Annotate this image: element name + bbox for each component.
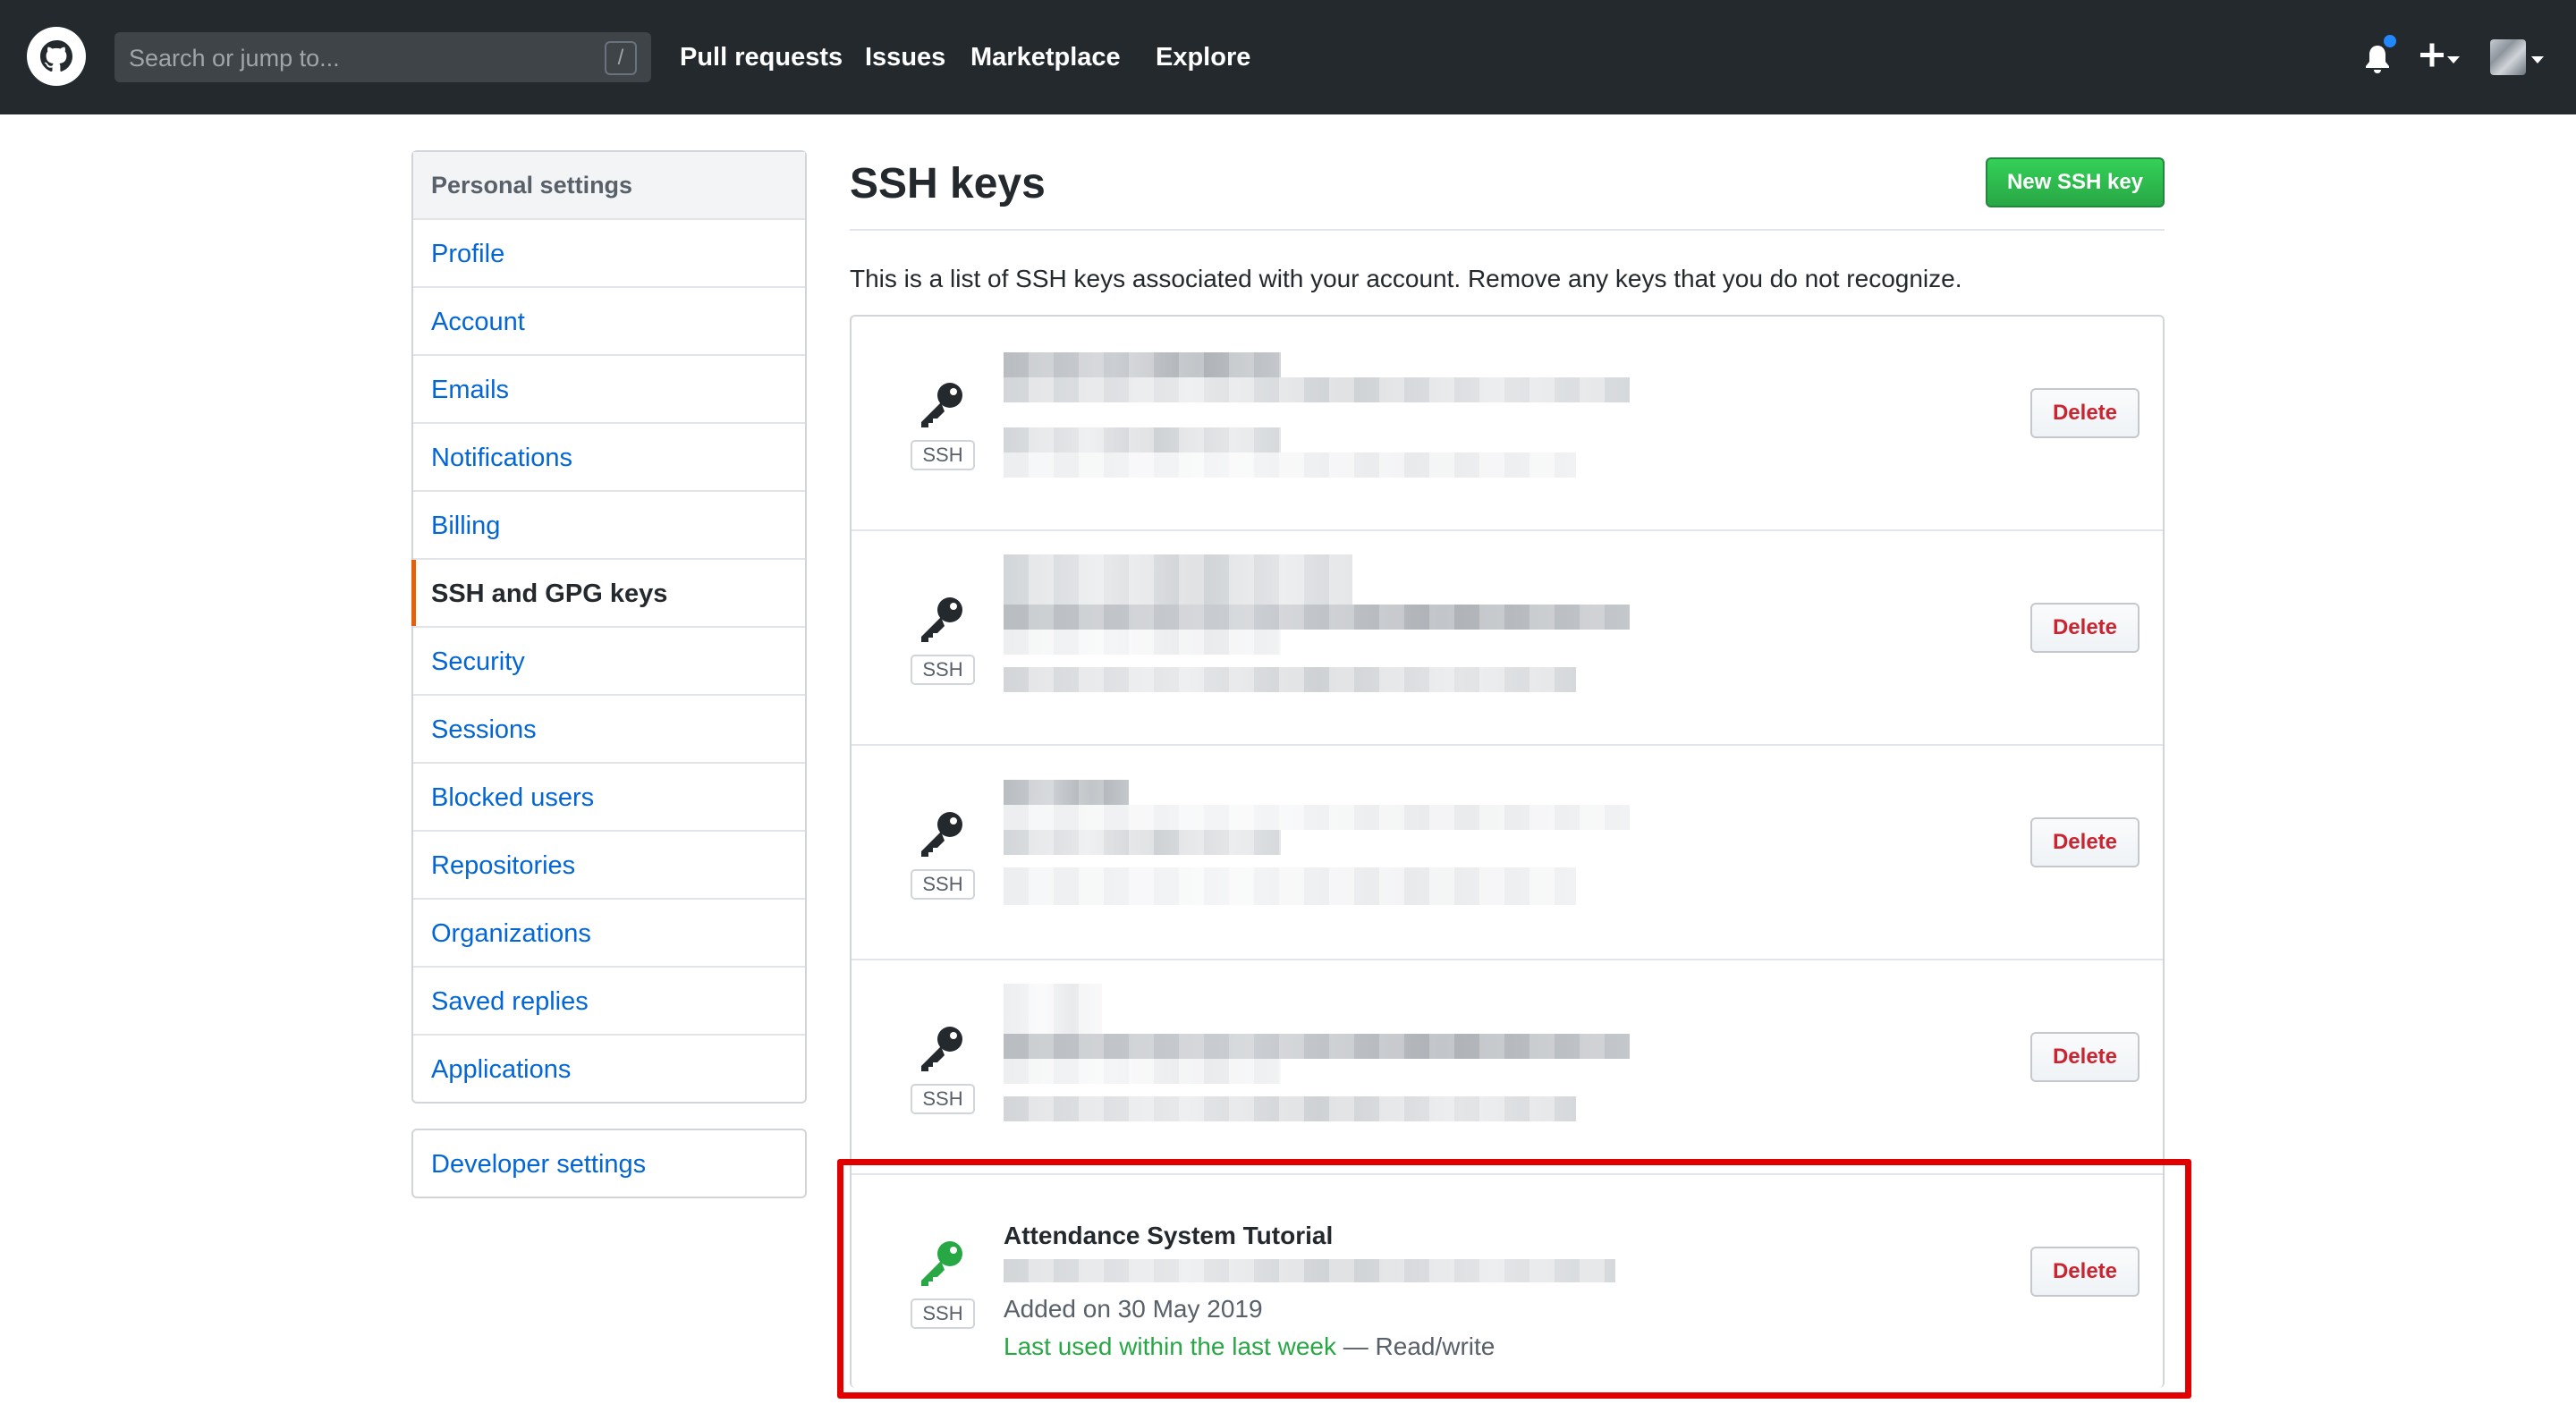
key-icon [921,812,962,857]
sidebar-item-sessions[interactable]: Sessions [413,696,805,764]
plus-icon[interactable] [2417,38,2453,73]
redacted-fingerprint [1004,805,1630,830]
key-type-badge: SSH [911,655,975,685]
github-logo-icon[interactable] [27,27,86,86]
ssh-key-row: SSH Delete [852,960,2163,1175]
new-ssh-key-button[interactable]: New SSH key [1986,157,2165,207]
key-type-badge: SSH [911,869,975,900]
sidebar-item-saved-replies[interactable]: Saved replies [413,968,805,1036]
user-menu-caret-icon[interactable] [2531,56,2544,63]
redacted-last-used [1004,1096,1576,1121]
nav-marketplace[interactable]: Marketplace [970,43,1121,72]
redacted-key-title [1004,554,1352,605]
delete-key-button[interactable]: Delete [2030,1032,2140,1082]
redacted-last-used [1004,452,1576,478]
key-type-badge: SSH [911,440,975,470]
nav-issues[interactable]: Issues [865,43,945,72]
redacted-key-title [1004,352,1281,377]
sidebar-item-applications[interactable]: Applications [413,1036,805,1102]
key-icon [921,383,962,427]
sidebar-item-emails[interactable]: Emails [413,356,805,424]
highlight-box [837,1159,2191,1399]
ssh-key-row: SSH Delete [852,317,2163,531]
redacted-key-title [1004,780,1129,805]
notification-indicator [2381,32,2399,50]
sidebar-item-billing[interactable]: Billing [413,492,805,560]
sidebar-heading: Personal settings [413,152,805,220]
delete-key-button[interactable]: Delete [2030,603,2140,653]
sidebar-item-developer-settings[interactable]: Developer settings [411,1129,807,1198]
key-icon [921,597,962,642]
search-placeholder: Search or jump to... [129,45,340,72]
redacted-fingerprint [1004,605,1630,630]
sidebar-item-security[interactable]: Security [413,628,805,696]
redacted-last-used [1004,667,1576,692]
user-avatar[interactable] [2490,39,2526,75]
redacted-key-title [1004,984,1102,1034]
sidebar-item-profile[interactable]: Profile [413,220,805,288]
delete-key-button[interactable]: Delete [2030,817,2140,867]
redacted-added-date [1004,427,1281,452]
redacted-added-date [1004,830,1281,855]
ssh-key-row: SSH Delete [852,531,2163,746]
sidebar-item-repositories[interactable]: Repositories [413,832,805,900]
sidebar-item-organizations[interactable]: Organizations [413,900,805,968]
sidebar-item-blocked-users[interactable]: Blocked users [413,764,805,832]
redacted-added-date [1004,1059,1281,1084]
redacted-fingerprint [1004,377,1630,402]
page-title: SSH keys [850,160,1046,207]
ssh-key-row: SSH Delete [852,746,2163,960]
intro-text: This is a list of SSH keys associated wi… [850,265,1962,292]
key-type-badge: SSH [911,1084,975,1114]
title-divider [850,229,2165,231]
settings-sidebar: Personal settings Profile Account Emails… [411,150,807,1104]
redacted-added-date [1004,630,1281,655]
create-menu-caret-icon[interactable] [2447,56,2460,63]
nav-explore[interactable]: Explore [1156,43,1250,72]
delete-key-button[interactable]: Delete [2030,388,2140,438]
search-shortcut-hint: / [605,41,637,75]
redacted-fingerprint [1004,1034,1630,1059]
key-icon [921,1027,962,1071]
sidebar-item-account[interactable]: Account [413,288,805,356]
sidebar-item-ssh-gpg-keys[interactable]: SSH and GPG keys [411,560,805,628]
redacted-last-used [1004,867,1576,905]
top-header: Search or jump to... / Pull requests Iss… [0,0,2576,114]
search-input[interactable]: Search or jump to... / [114,32,651,82]
nav-pull-requests[interactable]: Pull requests [680,43,843,72]
sidebar-item-notifications[interactable]: Notifications [413,424,805,492]
